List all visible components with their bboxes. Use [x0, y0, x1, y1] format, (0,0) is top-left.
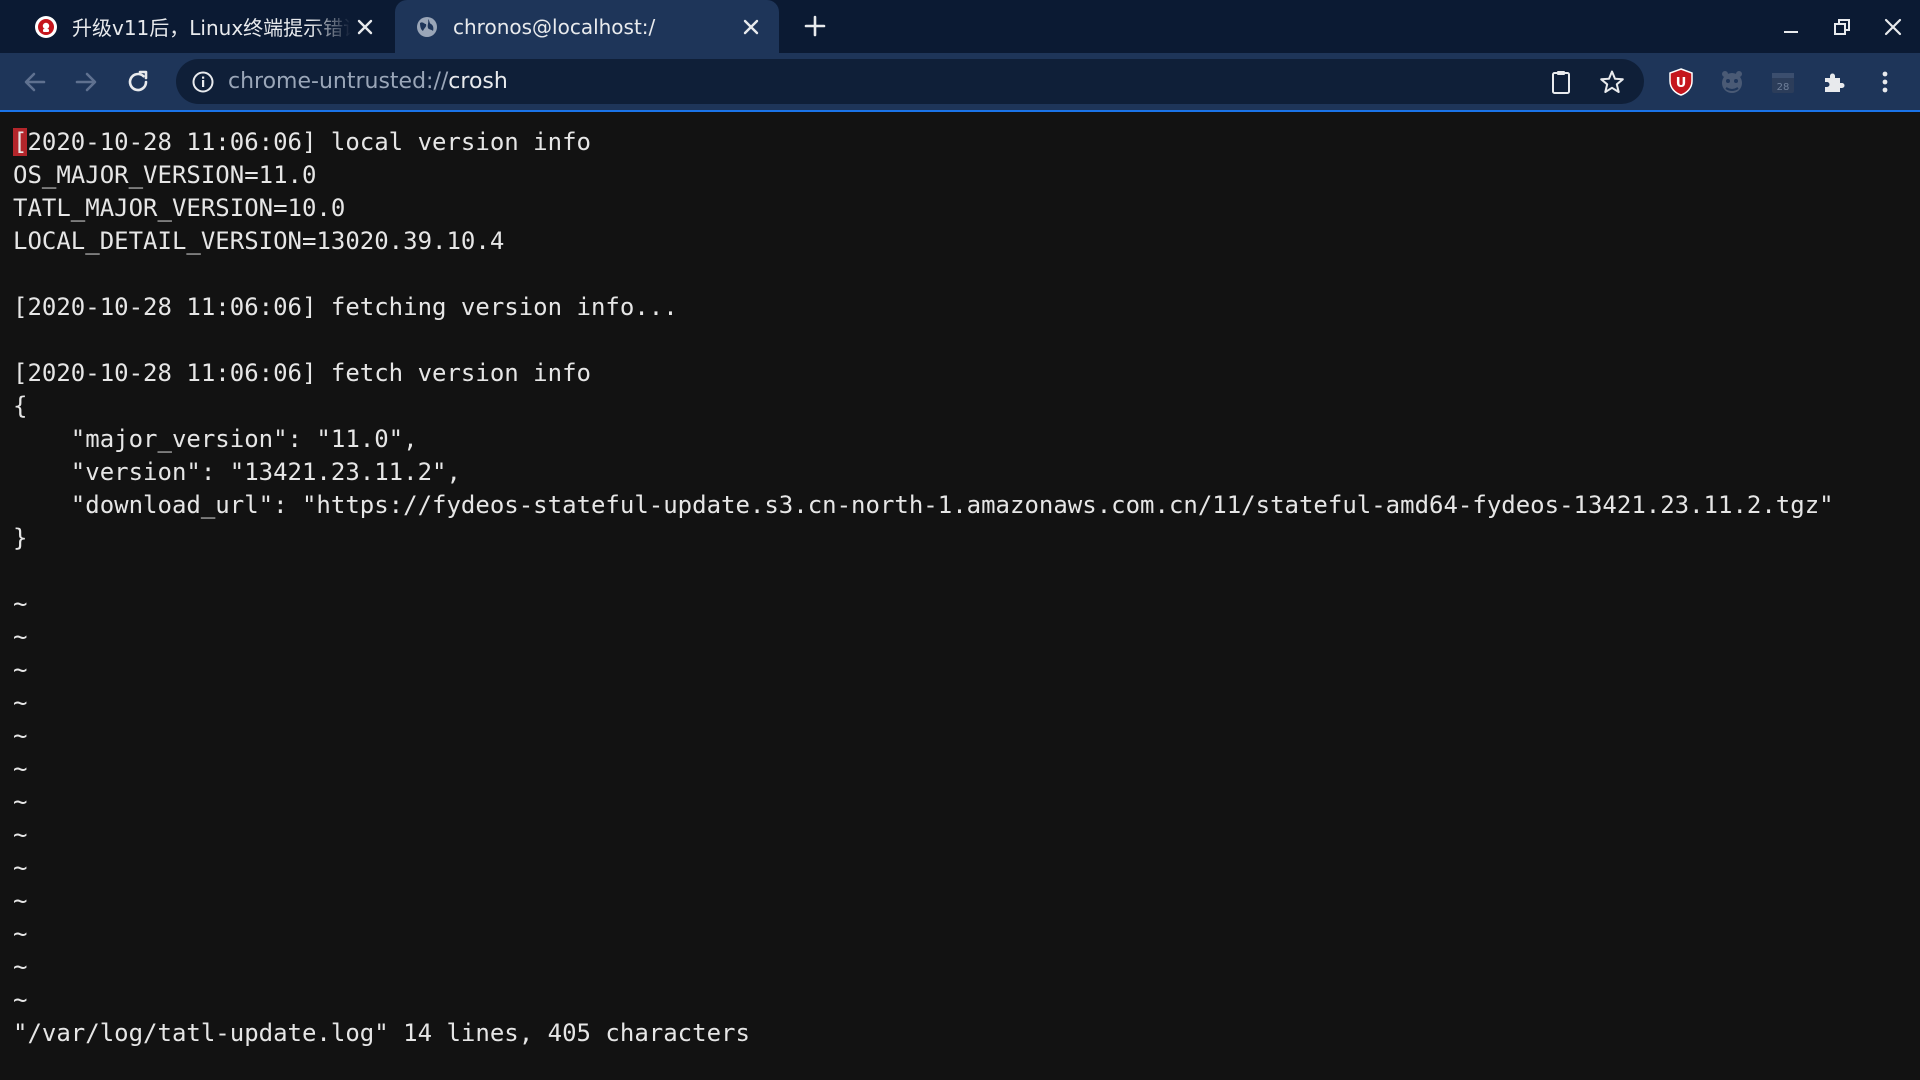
terminal-tilde-line: ~ — [13, 788, 28, 816]
calendar-extension-icon[interactable]: 28 — [1766, 65, 1800, 99]
vim-status-line: "/var/log/tatl-update.log" 14 lines, 405… — [13, 1019, 750, 1047]
terminal-tilde-line: ~ — [13, 920, 28, 948]
terminal-tilde-line: ~ — [13, 623, 28, 651]
clipboard-icon[interactable] — [1546, 67, 1576, 97]
terminal-tilde-line: ~ — [13, 887, 28, 915]
fydeos-favicon-icon — [35, 15, 57, 38]
browser-toolbar: chrome-untrusted://crosh U 28 — [0, 53, 1920, 110]
terminal-line: } — [13, 524, 28, 552]
svg-text:28: 28 — [1777, 82, 1790, 93]
terminal-line: [2020-10-28 11:06:06] local version info — [13, 126, 591, 159]
tab-fydeos-forum[interactable]: 升级v11后，Linux终端提示错误 — [0, 0, 393, 53]
close-icon — [1884, 18, 1902, 36]
minimize-icon — [1784, 31, 1798, 33]
back-button[interactable] — [18, 65, 52, 99]
terminal-tilde-line: ~ — [13, 953, 28, 981]
terminal-tilde-line: ~ — [13, 722, 28, 750]
terminal-area[interactable]: [2020-10-28 11:06:06] local version info… — [0, 112, 1920, 1080]
terminal-tilde-line: ~ — [13, 821, 28, 849]
terminal-tilde-line: ~ — [13, 590, 28, 618]
terminal-line: "download_url": "https://fydeos-stateful… — [13, 491, 1834, 519]
terminal-line: { — [13, 392, 28, 420]
new-tab-button[interactable] — [800, 11, 830, 41]
tab-strip: 升级v11后，Linux终端提示错误 chronos@localhost:/ — [0, 0, 1920, 53]
close-window-button[interactable] — [1878, 12, 1908, 42]
terminal-line-text: 2020-10-28 11:06:06] local version info — [27, 128, 591, 156]
terminal-tilde-line: ~ — [13, 755, 28, 783]
tab-crosh[interactable]: chronos@localhost:/ — [395, 0, 779, 53]
puzzle-extensions-icon[interactable] — [1817, 65, 1851, 99]
tab-title: chronos@localhost:/ — [453, 14, 656, 39]
close-tab-icon[interactable] — [351, 13, 379, 41]
terminal-line: [2020-10-28 11:06:06] fetch version info — [13, 359, 591, 387]
url-scheme: chrome-untrusted:// — [228, 69, 449, 94]
star-icon[interactable] — [1597, 67, 1627, 97]
close-tab-icon[interactable] — [737, 13, 765, 41]
restore-button[interactable] — [1827, 12, 1857, 42]
terminal-line: "version": "13421.23.11.2", — [13, 458, 461, 486]
terminal-tilde-line: ~ — [13, 854, 28, 882]
globe-icon — [417, 16, 437, 37]
terminal-line: "major_version": "11.0", — [13, 425, 418, 453]
ublock-extension-icon[interactable]: U — [1664, 65, 1698, 99]
tab-title: 升级v11后，Linux终端提示错误 — [72, 16, 351, 40]
terminal-line: [2020-10-28 11:06:06] fetching version i… — [13, 293, 678, 321]
arrow-left-icon — [24, 72, 46, 92]
forward-button[interactable] — [69, 65, 103, 99]
url-text[interactable]: chrome-untrusted://crosh — [228, 69, 508, 95]
address-bar[interactable]: chrome-untrusted://crosh — [176, 59, 1644, 104]
svg-text:U: U — [1676, 76, 1687, 91]
url-host: crosh — [448, 69, 508, 94]
privacy-badger-extension-icon[interactable] — [1715, 65, 1749, 99]
terminal-tilde-line: ~ — [13, 656, 28, 684]
restore-icon — [1834, 19, 1850, 35]
minimize-button[interactable] — [1776, 12, 1806, 42]
terminal-tilde-line: ~ — [13, 986, 28, 1014]
reload-icon — [128, 70, 148, 92]
reload-button[interactable] — [121, 65, 155, 99]
more-menu-icon[interactable] — [1868, 65, 1902, 99]
terminal-cursor: [ — [13, 128, 28, 156]
arrow-right-icon — [75, 72, 97, 92]
terminal-line: TATL_MAJOR_VERSION=10.0 — [13, 194, 346, 222]
terminal-line: OS_MAJOR_VERSION=11.0 — [13, 161, 317, 189]
terminal-tilde-line: ~ — [13, 689, 28, 717]
terminal-line: LOCAL_DETAIL_VERSION=13020.39.10.4 — [13, 227, 505, 255]
site-info-icon[interactable] — [190, 69, 216, 95]
plus-icon — [804, 15, 826, 37]
